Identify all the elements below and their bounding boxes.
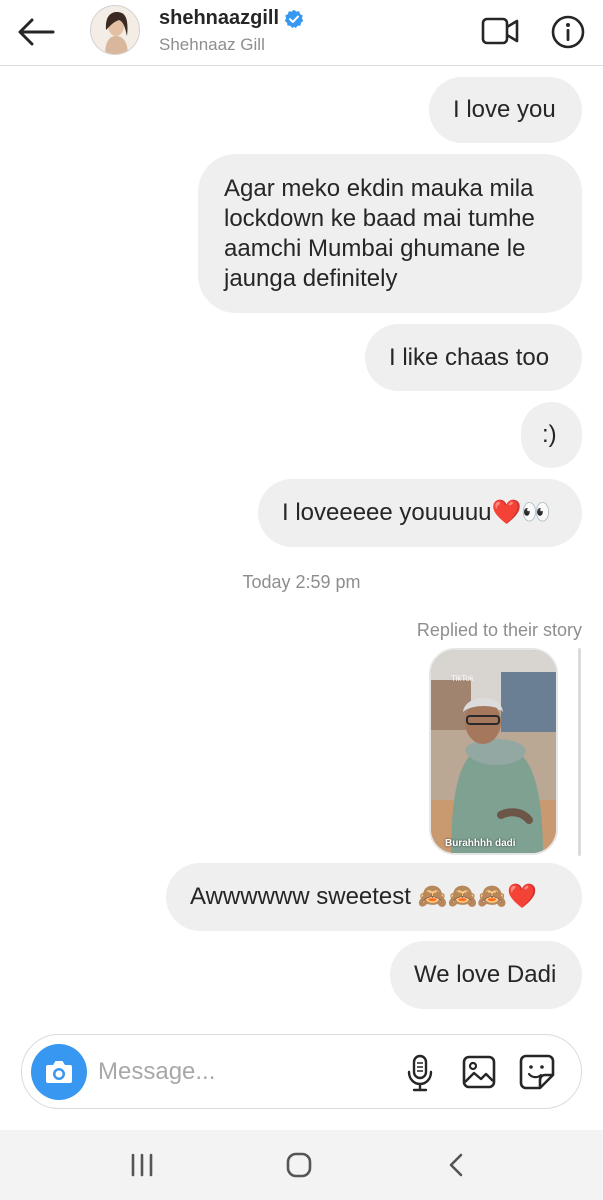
- message-bubble[interactable]: I like chaas too: [365, 324, 582, 391]
- message-emoji: ❤️👀: [491, 499, 552, 526]
- timestamp: Today 2:59 pm: [242, 572, 361, 592]
- message-bubble[interactable]: We love Dadi: [390, 941, 582, 1009]
- display-name: Shehnaaz Gill: [159, 35, 265, 54]
- nav-back-button[interactable]: [444, 1150, 468, 1180]
- home-icon: [286, 1152, 312, 1178]
- message-bubble[interactable]: Agar meko ekdin mauka mila lockdown ke b…: [198, 154, 582, 313]
- message-text: :): [542, 421, 557, 448]
- message-bubble[interactable]: :): [521, 402, 582, 468]
- story-reply-label: Replied to their story: [416, 620, 582, 640]
- back-button[interactable]: [14, 12, 58, 52]
- message-text: I like chaas too: [389, 344, 550, 371]
- message-text: We love Dadi: [414, 961, 557, 988]
- message-text: Awwwwww sweetest: [190, 883, 411, 910]
- avatar-image: [91, 6, 139, 54]
- username: shehnaazgill: [159, 7, 280, 29]
- reply-indicator-bar: [578, 648, 581, 856]
- system-nav-bar: [0, 1130, 603, 1200]
- recent-apps-button[interactable]: [128, 1150, 156, 1180]
- video-call-button[interactable]: [480, 13, 520, 49]
- username-row[interactable]: shehnaazgill: [159, 7, 304, 30]
- avatar[interactable]: [90, 5, 140, 55]
- home-button[interactable]: [284, 1150, 314, 1180]
- story-brand: TikTok: [451, 674, 474, 683]
- verified-badge-icon: [284, 9, 304, 28]
- message-text: I loveeeee youuuuu: [282, 499, 492, 526]
- info-button[interactable]: [549, 13, 587, 51]
- microphone-icon: [407, 1054, 433, 1092]
- video-camera-icon: [481, 17, 519, 45]
- info-icon: [551, 15, 585, 49]
- camera-icon: [46, 1061, 72, 1083]
- sticker-button[interactable]: [518, 1053, 556, 1091]
- arrow-left-icon: [18, 18, 55, 46]
- gallery-button[interactable]: [461, 1054, 497, 1090]
- recent-apps-icon: [131, 1153, 153, 1177]
- microphone-button[interactable]: [405, 1053, 435, 1093]
- message-bubble[interactable]: I loveeeee youuuuu❤️👀: [258, 479, 582, 547]
- message-bubble[interactable]: Awwwwww sweetest 🙈🙈🙈❤️: [166, 863, 582, 931]
- message-emoji: 🙈🙈🙈❤️: [417, 883, 538, 910]
- chevron-left-icon: [449, 1153, 463, 1177]
- message-text: I love you: [453, 96, 556, 123]
- sticker-icon: [519, 1054, 555, 1090]
- chat-header: shehnaazgill Shehnaaz Gill: [0, 0, 603, 66]
- camera-button[interactable]: [31, 1044, 87, 1100]
- gallery-icon: [462, 1055, 496, 1089]
- story-thumbnail[interactable]: TikTok Burahhhh dadi: [429, 648, 558, 855]
- message-text: Agar meko ekdin mauka mila lockdown ke b…: [224, 175, 535, 292]
- story-caption: Burahhhh dadi: [445, 838, 516, 849]
- message-input[interactable]: [98, 1055, 388, 1089]
- message-composer: [21, 1034, 582, 1109]
- message-bubble[interactable]: I love you: [429, 77, 582, 143]
